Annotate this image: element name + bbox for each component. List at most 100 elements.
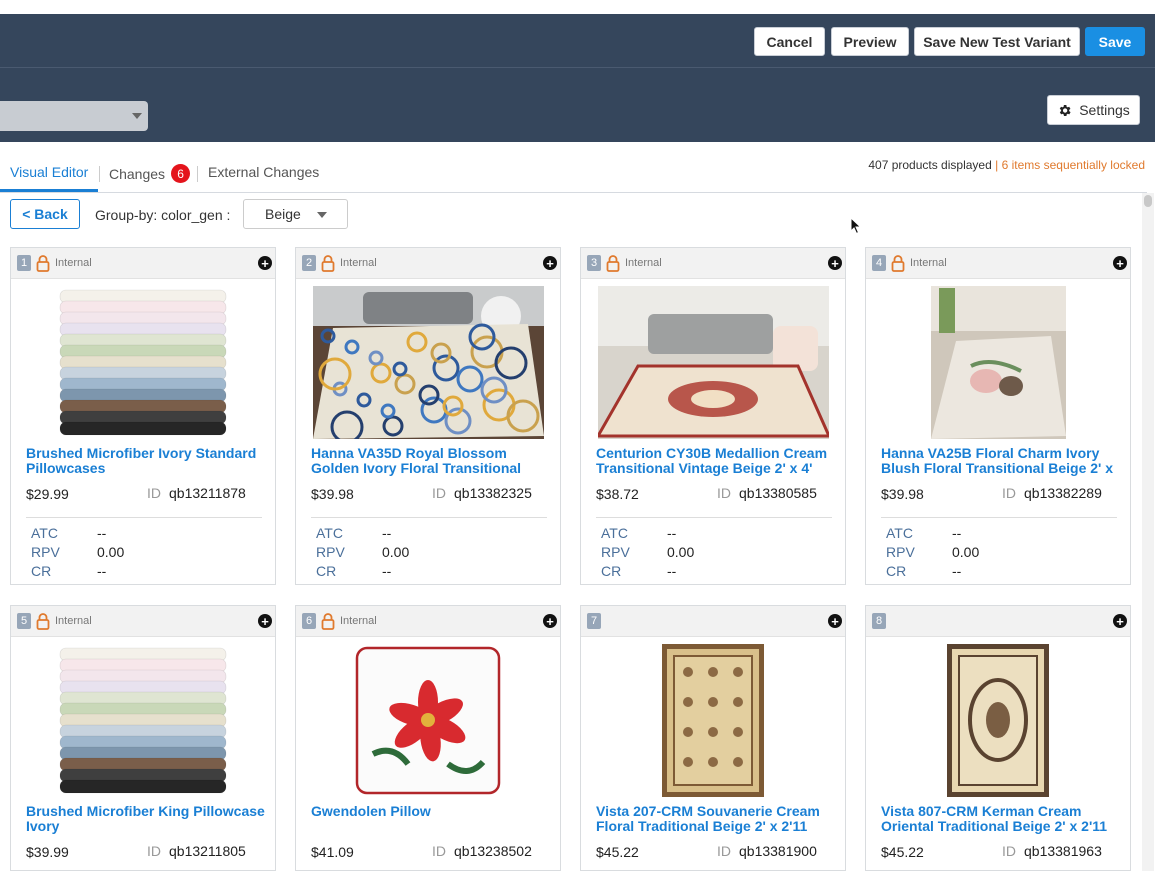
- rpv-label: RPV: [886, 544, 915, 560]
- add-icon[interactable]: +: [828, 256, 842, 270]
- rpv-value: 0.00: [667, 544, 695, 560]
- preview-button[interactable]: Preview: [831, 27, 909, 56]
- atc-label: ATC: [601, 525, 628, 541]
- cr-label: CR: [601, 563, 622, 579]
- product-image[interactable]: [595, 286, 832, 444]
- atc-value: --: [97, 525, 107, 541]
- product-title-link[interactable]: Hanna VA35D Royal Blossom Golden Ivory F…: [311, 446, 551, 476]
- product-price: $39.99: [26, 844, 69, 860]
- tab-external-changes[interactable]: External Changes: [208, 164, 319, 180]
- position-badge: 8: [872, 613, 886, 629]
- product-title-link[interactable]: Gwendolen Pillow: [311, 804, 551, 819]
- card-divider: [596, 517, 832, 518]
- rpv-value: 0.00: [952, 544, 980, 560]
- product-price: $29.99: [26, 486, 69, 502]
- changes-count-badge: 6: [171, 164, 191, 183]
- add-icon[interactable]: +: [1113, 256, 1127, 270]
- product-title-link[interactable]: Hanna VA25B Floral Charm Ivory Blush Flo…: [881, 446, 1121, 476]
- product-card[interactable]: 8 + Vista 807-CRM Kerman Cream Oriental Tr…: [865, 605, 1131, 871]
- id-label: ID: [1002, 485, 1016, 501]
- product-card[interactable]: 4 Internal + Hanna VA25B Floral Charm Ivory…: [865, 247, 1131, 585]
- settings-button[interactable]: Settings: [1047, 95, 1140, 125]
- internal-label: Internal: [55, 615, 92, 627]
- atc-label: ATC: [31, 525, 58, 541]
- cr-value: --: [952, 563, 962, 579]
- id-label: ID: [717, 485, 731, 501]
- product-id: qb13238502: [454, 843, 532, 859]
- settings-label: Settings: [1079, 102, 1130, 118]
- add-icon[interactable]: +: [543, 614, 557, 628]
- add-icon[interactable]: +: [258, 256, 272, 270]
- lock-icon[interactable]: [606, 255, 620, 272]
- internal-label: Internal: [55, 257, 92, 269]
- rpv-label: RPV: [31, 544, 60, 560]
- lock-icon[interactable]: [321, 255, 335, 272]
- product-id: qb13211805: [169, 843, 246, 859]
- locked-items-link[interactable]: 6 items sequentially locked: [1002, 158, 1145, 172]
- product-image[interactable]: [58, 286, 228, 446]
- product-title-link[interactable]: Brushed Microfiber King Pillowcase Ivory: [26, 804, 266, 834]
- cancel-button[interactable]: Cancel: [754, 27, 825, 56]
- product-title-link[interactable]: Centurion CY30B Medallion Cream Transiti…: [596, 446, 836, 476]
- lock-icon[interactable]: [36, 613, 50, 630]
- atc-label: ATC: [316, 525, 343, 541]
- save-button[interactable]: Save: [1085, 27, 1145, 56]
- groupby-label: Group-by: color_gen :: [95, 207, 231, 223]
- product-image[interactable]: [947, 644, 1049, 802]
- scrollbar[interactable]: [1142, 193, 1154, 871]
- card-header: 7 +: [581, 606, 845, 637]
- internal-label: Internal: [625, 257, 662, 269]
- back-button[interactable]: < Back: [10, 199, 80, 229]
- product-card[interactable]: 1 Internal + Brushed Microfiber Ivory Stand…: [10, 247, 276, 585]
- groupby-select[interactable]: Beige: [243, 199, 348, 229]
- scrollbar-thumb[interactable]: [1144, 195, 1152, 207]
- rpv-value: 0.00: [382, 544, 410, 560]
- rpv-label: RPV: [601, 544, 630, 560]
- product-price: $45.22: [596, 844, 639, 860]
- card-header: 4 Internal +: [866, 248, 1130, 279]
- tab-visual-editor-label: Visual Editor: [10, 164, 89, 180]
- product-card[interactable]: 6 Internal + Gwendolen Pillow $41.09 ID qb1323…: [295, 605, 561, 871]
- product-title-link[interactable]: Brushed Microfiber Ivory Standard Pillow…: [26, 446, 266, 476]
- add-icon[interactable]: +: [543, 256, 557, 270]
- product-card[interactable]: 3 Internal + Centurion CY30B Medallion Crea…: [580, 247, 846, 585]
- top-bar-divider: [0, 67, 1155, 68]
- product-image[interactable]: [662, 644, 764, 802]
- product-card[interactable]: 2 Internal + Hanna VA35D Royal Blossom Gold…: [295, 247, 561, 585]
- status-line: 407 products displayed | 6 items sequent…: [868, 158, 1145, 172]
- product-image[interactable]: [931, 286, 1066, 444]
- tab-external-changes-label: External Changes: [208, 164, 320, 180]
- add-icon[interactable]: +: [258, 614, 272, 628]
- product-id: qb13382325: [454, 485, 532, 501]
- add-icon[interactable]: +: [1113, 614, 1127, 628]
- tab-changes[interactable]: Changes 6: [109, 164, 191, 183]
- product-image[interactable]: [58, 644, 228, 804]
- product-price: $41.09: [311, 844, 354, 860]
- position-badge: 2: [302, 255, 316, 271]
- product-id: qb13211878: [169, 485, 246, 501]
- card-header: 2 Internal +: [296, 248, 560, 279]
- context-select[interactable]: [0, 101, 148, 131]
- card-divider: [311, 517, 547, 518]
- card-header: 1 Internal +: [11, 248, 275, 279]
- card-divider: [26, 517, 262, 518]
- product-title-link[interactable]: Vista 207-CRM Souvanerie Cream Floral Tr…: [596, 804, 836, 834]
- add-icon[interactable]: +: [828, 614, 842, 628]
- product-price: $38.72: [596, 486, 639, 502]
- cr-value: --: [382, 563, 392, 579]
- product-card[interactable]: 5 Internal + Brushed Microfiber King Pillow…: [10, 605, 276, 871]
- groupby-value: Beige: [265, 206, 301, 222]
- mouse-cursor-icon: [850, 217, 862, 235]
- product-title-link[interactable]: Vista 807-CRM Kerman Cream Oriental Trad…: [881, 804, 1121, 834]
- lock-icon[interactable]: [36, 255, 50, 272]
- product-image[interactable]: [313, 286, 544, 444]
- save-new-test-variant-button[interactable]: Save New Test Variant: [914, 27, 1080, 56]
- position-badge: 5: [17, 613, 31, 629]
- product-card[interactable]: 7 + Vista 207-CRM Souvanerie Cream Floral …: [580, 605, 846, 871]
- lock-icon[interactable]: [321, 613, 335, 630]
- product-id: qb13381900: [739, 843, 817, 859]
- card-header: 3 Internal +: [581, 248, 845, 279]
- tab-visual-editor[interactable]: Visual Editor: [10, 164, 88, 180]
- lock-icon[interactable]: [891, 255, 905, 272]
- product-image[interactable]: [353, 644, 503, 802]
